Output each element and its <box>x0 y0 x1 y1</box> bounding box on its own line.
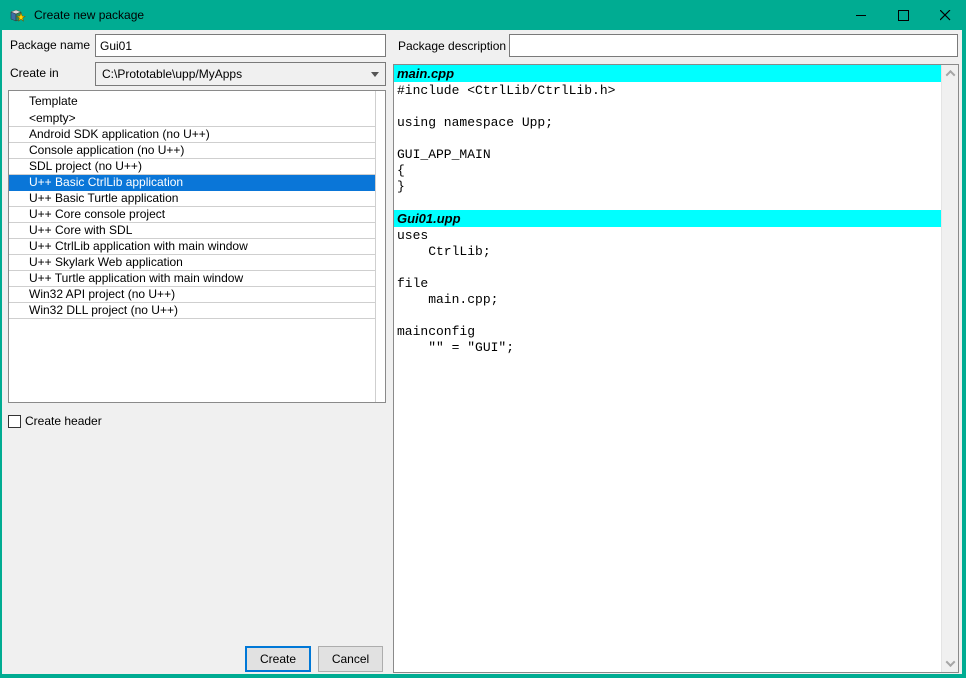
preview-content: main.cpp#include <CtrlLib/CtrlLib.h> usi… <box>394 65 941 672</box>
create-header-checkbox[interactable] <box>8 415 21 428</box>
template-list-item[interactable]: U++ Basic CtrlLib application <box>9 175 375 191</box>
package-description-input[interactable] <box>509 34 958 57</box>
template-list-item[interactable]: U++ Turtle application with main window <box>9 271 375 287</box>
create-new-package-dialog: Create new package Package name Package … <box>0 0 966 678</box>
template-list-item[interactable]: Win32 DLL project (no U++) <box>9 303 375 319</box>
minimize-button[interactable] <box>840 0 882 30</box>
new-package-icon[interactable] <box>10 7 26 23</box>
template-list-item[interactable]: Console application (no U++) <box>9 143 375 159</box>
close-button[interactable] <box>924 0 966 30</box>
scroll-down-button[interactable] <box>942 655 959 672</box>
template-list-header[interactable]: Template <box>9 91 385 111</box>
template-list-rows: <empty>Android SDK application (no U++)C… <box>9 111 385 319</box>
template-list-item[interactable]: U++ Core with SDL <box>9 223 375 239</box>
template-list-item[interactable]: U++ Skylark Web application <box>9 255 375 271</box>
package-name-label: Package name <box>10 38 90 52</box>
create-header-label: Create header <box>25 414 102 428</box>
create-in-label: Create in <box>10 66 59 80</box>
preview-file-header: Gui01.upp <box>394 210 941 227</box>
chevron-down-icon <box>946 657 956 667</box>
template-list-item[interactable]: U++ CtrlLib application with main window <box>9 239 375 255</box>
package-name-input[interactable] <box>95 34 386 57</box>
close-icon <box>940 10 951 21</box>
template-list-item[interactable]: Win32 API project (no U++) <box>9 287 375 303</box>
template-list-item[interactable]: U++ Core console project <box>9 207 375 223</box>
preview-file-code: uses CtrlLib; file main.cpp; mainconfig … <box>394 227 941 356</box>
preview-file-header: main.cpp <box>394 65 941 82</box>
template-list: Template <empty>Android SDK application … <box>8 90 386 403</box>
minimize-icon <box>856 10 867 21</box>
create-in-value: C:\Prototable\upp/MyApps <box>102 67 371 81</box>
preview-file-code: #include <CtrlLib/CtrlLib.h> using names… <box>394 82 941 210</box>
cancel-button[interactable]: Cancel <box>318 646 383 672</box>
scroll-up-button[interactable] <box>942 65 959 82</box>
chevron-up-icon <box>946 70 956 80</box>
template-list-item[interactable]: U++ Basic Turtle application <box>9 191 375 207</box>
template-list-item[interactable]: SDL project (no U++) <box>9 159 375 175</box>
combobox-dropdown-icon <box>371 72 379 77</box>
create-button[interactable]: Create <box>245 646 311 672</box>
preview-scrollbar[interactable] <box>941 65 958 672</box>
create-in-combobox[interactable]: C:\Prototable\upp/MyApps <box>95 62 386 86</box>
package-description-label: Package description <box>398 39 506 53</box>
template-list-item[interactable]: <empty> <box>9 111 375 127</box>
create-header-option[interactable]: Create header <box>8 413 102 429</box>
maximize-button[interactable] <box>882 0 924 30</box>
package-preview-panel: main.cpp#include <CtrlLib/CtrlLib.h> usi… <box>393 64 959 673</box>
template-list-item[interactable]: Android SDK application (no U++) <box>9 127 375 143</box>
window-title: Create new package <box>34 8 144 22</box>
maximize-icon <box>898 10 909 21</box>
title-bar: Create new package <box>0 0 966 30</box>
template-list-gridline <box>375 91 376 402</box>
